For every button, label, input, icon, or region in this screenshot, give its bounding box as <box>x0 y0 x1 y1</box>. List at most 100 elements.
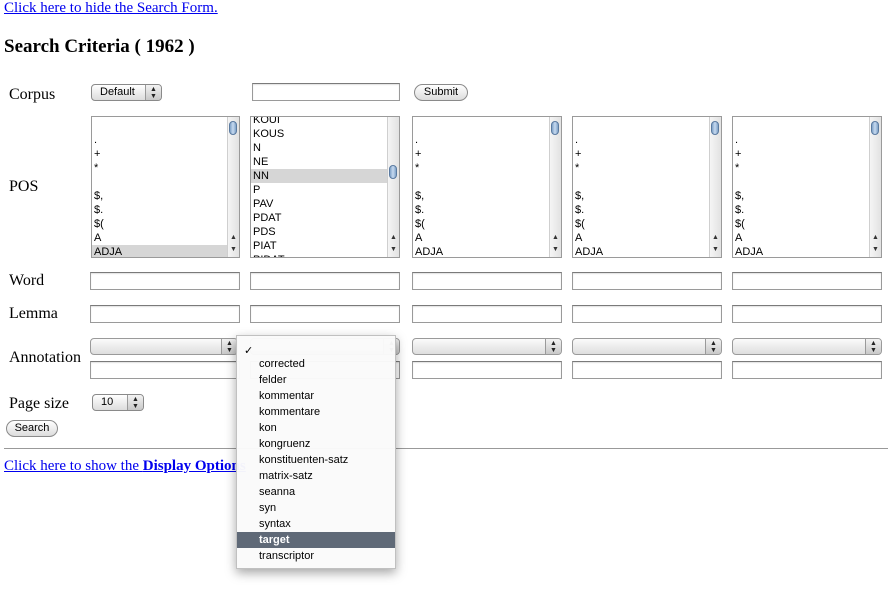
lemma-input-5[interactable] <box>732 305 882 323</box>
scrollbar[interactable]: ▲ ▼ <box>869 117 881 257</box>
lemma-input-1[interactable] <box>90 305 240 323</box>
list-item[interactable]: $. <box>573 203 709 217</box>
list-item[interactable]: $, <box>733 189 869 203</box>
scroll-up-icon[interactable]: ▲ <box>228 231 239 243</box>
scrollbar[interactable]: ▲ ▼ <box>387 117 399 257</box>
list-item[interactable]: PIAT <box>251 239 387 253</box>
menu-item-target[interactable]: target <box>237 532 395 548</box>
search-button[interactable]: Search <box>6 420 58 437</box>
menu-item-syntax[interactable]: syntax <box>237 516 395 532</box>
menu-item-matrix-satz[interactable]: matrix-satz <box>237 468 395 484</box>
scroll-thumb[interactable] <box>229 121 237 135</box>
list-item[interactable] <box>413 175 549 189</box>
list-item[interactable]: PDS <box>251 225 387 239</box>
annotation-select-5[interactable]: ▲ ▼ <box>732 338 882 355</box>
pos-listbox-1[interactable]: . + * $, $. $(A ADJA ▲ ▼ <box>91 116 240 258</box>
word-input-3[interactable] <box>412 272 562 290</box>
menu-item-kommentar[interactable]: kommentar <box>237 388 395 404</box>
list-item[interactable]: . <box>413 133 549 147</box>
list-item[interactable]: A <box>92 231 227 245</box>
list-item[interactable]: $. <box>733 203 869 217</box>
menu-item-kongruenz[interactable]: kongruenz <box>237 436 395 452</box>
word-input-2[interactable] <box>250 272 400 290</box>
pos-listbox-2[interactable]: KOUIKOUSNNENNPPAVPDATPDSPIATPIDAT ▲ ▼ <box>250 116 400 258</box>
annotation-value-input-5[interactable] <box>732 361 882 379</box>
list-item[interactable]: PIDAT <box>251 253 387 257</box>
list-item[interactable]: KOUI <box>251 117 387 127</box>
corpus-select[interactable]: Default ▲ ▼ <box>91 84 162 101</box>
scroll-up-icon[interactable]: ▲ <box>388 231 399 243</box>
annotation-select-4[interactable]: ▲ ▼ <box>572 338 722 355</box>
menu-item-transcriptor[interactable]: transcriptor <box>237 548 395 564</box>
annotation-select-1[interactable]: ▲ ▼ <box>90 338 238 355</box>
list-item[interactable]: N <box>251 141 387 155</box>
list-item[interactable]: $, <box>413 189 549 203</box>
annotation-value-input-4[interactable] <box>572 361 722 379</box>
list-item[interactable]: PAV <box>251 197 387 211</box>
menu-item-syn[interactable]: syn <box>237 500 395 516</box>
list-item[interactable]: . <box>733 133 869 147</box>
scroll-thumb[interactable] <box>711 121 719 135</box>
list-item[interactable]: * <box>413 161 549 175</box>
menu-item-corrected[interactable]: corrected <box>237 356 395 372</box>
list-item[interactable]: ADJA <box>733 245 869 257</box>
list-item[interactable] <box>733 175 869 189</box>
menu-item-konstituenten-satz[interactable]: konstituenten-satz <box>237 452 395 468</box>
list-item[interactable]: KOUS <box>251 127 387 141</box>
list-item[interactable]: $. <box>413 203 549 217</box>
list-item[interactable]: A <box>573 231 709 245</box>
list-item[interactable]: $. <box>92 203 227 217</box>
menu-item-empty[interactable]: ✓ <box>237 339 395 357</box>
list-item[interactable]: NN <box>251 169 387 183</box>
scrollbar[interactable]: ▲ ▼ <box>549 117 561 257</box>
hide-search-form-link[interactable]: Click here to hide the Search Form. <box>4 0 218 17</box>
word-input-4[interactable] <box>572 272 722 290</box>
list-item[interactable]: $, <box>573 189 709 203</box>
list-item[interactable]: ADJA <box>573 245 709 257</box>
list-item[interactable]: $( <box>413 217 549 231</box>
pos-listbox-3[interactable]: . + * $, $. $(A ADJA ▲ ▼ <box>412 116 562 258</box>
list-item[interactable]: * <box>92 161 227 175</box>
scroll-down-icon[interactable]: ▼ <box>388 243 399 255</box>
list-item[interactable]: $, <box>92 189 227 203</box>
scroll-thumb[interactable] <box>389 165 397 179</box>
pos-listbox-4[interactable]: . + * $, $. $(A ADJA ▲ ▼ <box>572 116 722 258</box>
list-item[interactable]: * <box>733 161 869 175</box>
annotation-value-input-3[interactable] <box>412 361 562 379</box>
list-item[interactable]: PDAT <box>251 211 387 225</box>
scroll-thumb[interactable] <box>551 121 559 135</box>
list-item[interactable]: * <box>573 161 709 175</box>
menu-item-felder[interactable]: felder <box>237 372 395 388</box>
lemma-input-3[interactable] <box>412 305 562 323</box>
list-item[interactable]: . <box>92 133 227 147</box>
list-item[interactable]: NE <box>251 155 387 169</box>
annotation-dropdown-menu[interactable]: ✓ corrected felder kommentar kommentare kon k… <box>236 335 396 569</box>
list-item[interactable]: + <box>92 147 227 161</box>
lemma-input-2[interactable] <box>250 305 400 323</box>
list-item[interactable]: ADJA <box>92 245 227 257</box>
scroll-down-icon[interactable]: ▼ <box>550 243 561 255</box>
list-item[interactable]: $( <box>573 217 709 231</box>
scroll-down-icon[interactable]: ▼ <box>228 243 239 255</box>
scroll-up-icon[interactable]: ▲ <box>710 231 721 243</box>
list-item[interactable]: A <box>733 231 869 245</box>
scroll-thumb[interactable] <box>871 121 879 135</box>
word-input-1[interactable] <box>90 272 240 290</box>
corpus-text-input[interactable] <box>252 83 400 101</box>
word-input-5[interactable] <box>732 272 882 290</box>
annotation-value-input-1[interactable] <box>90 361 240 379</box>
scrollbar[interactable]: ▲ ▼ <box>709 117 721 257</box>
annotation-select-3[interactable]: ▲ ▼ <box>412 338 562 355</box>
lemma-input-4[interactable] <box>572 305 722 323</box>
scroll-up-icon[interactable]: ▲ <box>550 231 561 243</box>
list-item[interactable]: + <box>733 147 869 161</box>
list-item[interactable]: $( <box>92 217 227 231</box>
menu-item-kommentare[interactable]: kommentare <box>237 404 395 420</box>
scroll-down-icon[interactable]: ▼ <box>710 243 721 255</box>
menu-item-kon[interactable]: kon <box>237 420 395 436</box>
show-display-options-link[interactable]: Click here to show the Display Options <box>4 458 246 475</box>
page-size-select[interactable]: 10 ▲ ▼ <box>92 394 144 411</box>
list-item[interactable]: ADJA <box>413 245 549 257</box>
scroll-up-icon[interactable]: ▲ <box>870 231 881 243</box>
list-item[interactable] <box>92 175 227 189</box>
